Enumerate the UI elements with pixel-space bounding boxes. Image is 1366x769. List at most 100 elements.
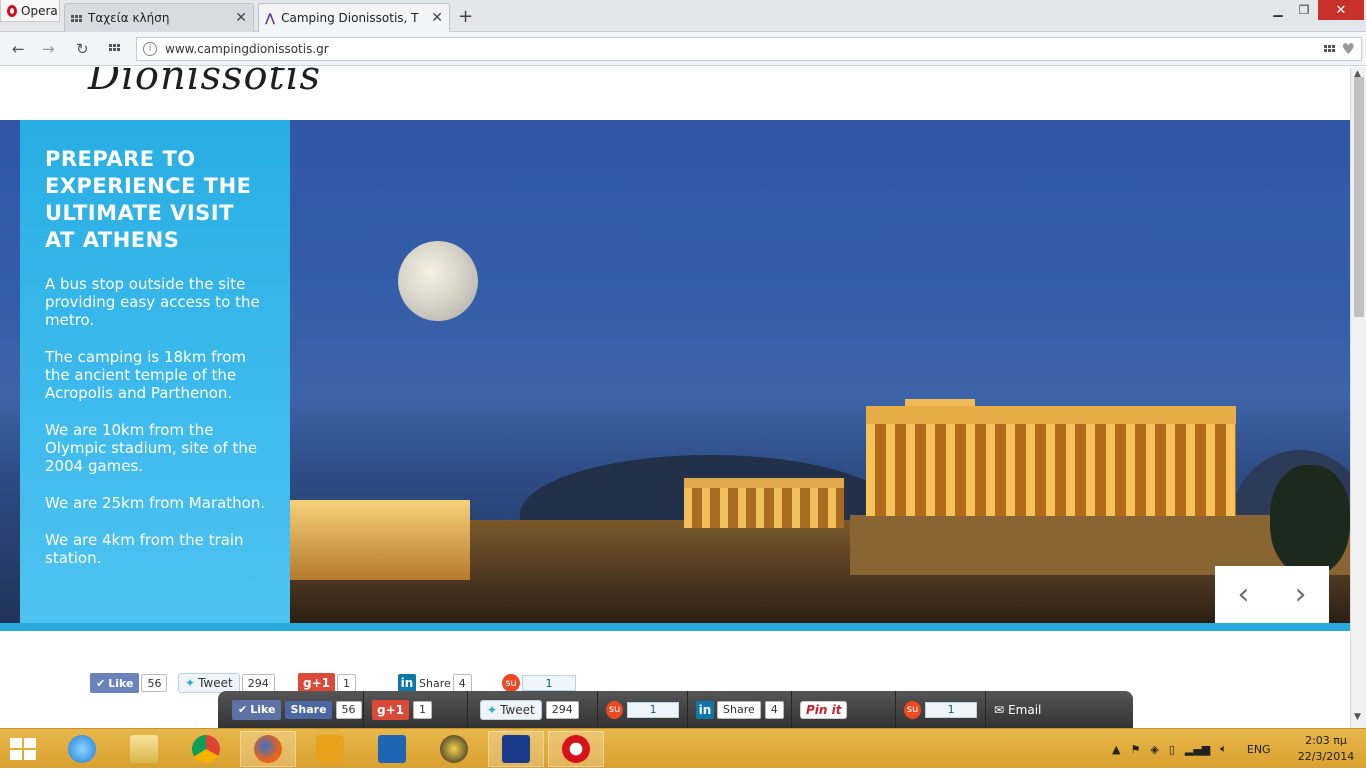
internet-explorer-icon xyxy=(68,735,96,763)
dropbox-icon[interactable]: ◈ xyxy=(1150,743,1158,756)
taskbar-wmp-app[interactable] xyxy=(488,731,544,767)
scrollbar-thumb[interactable] xyxy=(1354,77,1364,317)
stumbleupon-icon[interactable]: su xyxy=(606,700,624,719)
tweet-button[interactable]: ✦ Tweet xyxy=(480,699,542,720)
taskbar-file-explorer[interactable] xyxy=(116,731,172,767)
stumbleupon-count: 1 xyxy=(627,701,679,718)
envelope-icon: ✉ xyxy=(994,702,1005,717)
new-tab-button[interactable]: + xyxy=(458,6,473,27)
trees-silhouette xyxy=(1270,465,1350,575)
fb-count: 56 xyxy=(335,700,362,719)
tab-close-icon[interactable]: ✕ xyxy=(431,10,443,26)
address-url: www.campingdionissotis.gr xyxy=(165,42,329,56)
outlook-icon xyxy=(378,735,406,763)
opera-icon xyxy=(562,735,590,763)
scroll-down-arrow-icon[interactable]: ▼ xyxy=(1354,712,1361,722)
file-explorer-icon xyxy=(130,735,158,763)
volume-icon[interactable]: 🔈︎ xyxy=(1220,742,1227,756)
email-share-button[interactable]: ✉ Email xyxy=(994,703,1041,717)
twitter-bird-icon: ✦ xyxy=(185,676,196,690)
tweet-count: 294 xyxy=(241,674,275,692)
reload-icon[interactable]: ↻ xyxy=(76,40,89,58)
opera-menu-label: Opera xyxy=(21,3,58,18)
gplus-count: 1 xyxy=(337,674,356,692)
input-language-indicator[interactable]: ENG xyxy=(1247,743,1271,756)
clock-time: 2:03 πμ xyxy=(1305,734,1347,747)
slider-navigation: ‹ › xyxy=(1215,566,1329,623)
hero-info-panel: PREPARE TO EXPERIENCE THE ULTIMATE VISIT… xyxy=(20,120,290,623)
taskbar-outlook[interactable] xyxy=(364,731,420,767)
tab-camping-dionissotis[interactable]: ⋀ Camping Dionissotis, The ✕ xyxy=(258,3,450,32)
linkedin-share-button[interactable]: in Share xyxy=(696,700,761,720)
taskbar-internet-explorer[interactable] xyxy=(54,731,110,767)
thumb-check-icon: ✔ xyxy=(96,676,106,690)
windows-start-button[interactable] xyxy=(10,738,36,760)
gplus-count: 1 xyxy=(413,700,432,719)
tab-title: Camping Dionissotis, The xyxy=(281,11,420,25)
stumbleupon-count: 1 xyxy=(925,701,977,718)
google-plus-button[interactable]: g+1 xyxy=(372,699,409,720)
site-favicon-icon: ⋀ xyxy=(265,11,276,25)
tools-icon xyxy=(316,735,344,763)
floating-like-button[interactable]: ✔ Like xyxy=(232,699,282,720)
taskbar-firefox[interactable] xyxy=(240,731,296,767)
taskbar-tool-app[interactable] xyxy=(302,731,358,767)
speed-dial-icon xyxy=(71,14,82,22)
tab-speed-dial[interactable]: Ταχεία κλήση ✕ xyxy=(64,3,254,32)
tray-expand-icon[interactable]: ▲ xyxy=(1112,743,1120,756)
linkedin-label: Share xyxy=(419,676,451,690)
action-center-flag-icon[interactable]: ⚑ xyxy=(1130,743,1140,756)
linkedin-share-button[interactable]: in Share xyxy=(398,673,451,693)
web-page: Dionissotis PREPARE TO EXPERIENCE THE UL… xyxy=(0,67,1350,728)
maximize-button[interactable]: ❐ xyxy=(1294,0,1314,20)
page-scrollbar[interactable]: ▲ ▼ xyxy=(1350,67,1366,728)
opera-menu-button[interactable]: Opera xyxy=(0,0,60,22)
google-plus-button[interactable]: g+1 xyxy=(298,673,335,693)
site-info-icon[interactable]: i xyxy=(143,42,157,56)
opera-logo-icon xyxy=(7,4,17,17)
window-close-button[interactable]: ✕ xyxy=(1318,0,1364,20)
facebook-like-button[interactable]: ✔ Like xyxy=(90,673,140,693)
hero-slider: PREPARE TO EXPERIENCE THE ULTIMATE VISIT… xyxy=(0,120,1350,623)
pin-it-button[interactable]: Pin it xyxy=(800,700,848,719)
floating-pinterest: Pin it xyxy=(792,691,896,728)
floating-stumbleupon-2: su 1 xyxy=(896,691,986,728)
speed-dial-icon[interactable] xyxy=(109,44,120,51)
floating-fb-share-button[interactable]: Share xyxy=(285,700,332,719)
system-tray: ▲ ⚑ ◈ ▯ ▂▄▆ 🔈︎ ENG xyxy=(1112,729,1271,769)
clock-date: 22/3/2014 xyxy=(1297,750,1355,763)
usb-device-icon[interactable]: ▯ xyxy=(1169,743,1175,756)
stumbleupon-icon[interactable]: su xyxy=(502,674,520,692)
minimize-button[interactable]: ▁ xyxy=(1268,0,1288,20)
stumbleupon-widget: su 1 xyxy=(502,673,576,693)
stash-icon[interactable] xyxy=(1324,45,1335,52)
back-arrow-icon[interactable]: ← xyxy=(12,40,25,58)
taskbar-clock[interactable]: 2:03 πμ 22/3/2014 xyxy=(1296,733,1356,765)
network-signal-icon[interactable]: ▂▄▆ xyxy=(1185,743,1210,756)
hero-title: PREPARE TO EXPERIENCE THE ULTIMATE VISIT… xyxy=(45,147,252,252)
browser-navigation-bar: ← → ↻ i www.campingdionissotis.gr ♥ xyxy=(0,32,1366,66)
bookmark-heart-icon[interactable]: ♥ xyxy=(1342,40,1355,58)
browser-tab-bar: Opera Ταχεία κλήση ✕ ⋀ Camping Dionissot… xyxy=(0,0,1366,32)
propylaea-image xyxy=(290,500,470,580)
tweet-label: Tweet xyxy=(198,676,233,690)
taskbar-chrome[interactable] xyxy=(178,731,234,767)
tweet-button[interactable]: ✦ Tweet xyxy=(178,673,240,693)
like-label: Like xyxy=(108,676,134,690)
chrome-icon xyxy=(192,735,220,763)
address-bar[interactable]: i www.campingdionissotis.gr ♥ xyxy=(136,37,1362,61)
site-logo[interactable]: Dionissotis xyxy=(88,67,321,99)
tweet-label: Tweet xyxy=(500,702,535,717)
floating-email[interactable]: ✉ Email xyxy=(986,691,1049,728)
taskbar-opera[interactable] xyxy=(548,731,604,767)
slider-prev-chevron-icon[interactable]: ‹ xyxy=(1238,577,1250,612)
google-plus-widget: g+1 1 xyxy=(298,673,356,693)
stumbleupon-icon[interactable]: su xyxy=(904,700,922,719)
moon-image xyxy=(398,241,478,321)
taskbar-bee-app[interactable] xyxy=(426,731,482,767)
forward-arrow-icon[interactable]: → xyxy=(42,40,55,58)
tab-close-icon[interactable]: ✕ xyxy=(235,10,247,26)
floating-stumbleupon: su 1 xyxy=(598,691,688,728)
slider-next-chevron-icon[interactable]: › xyxy=(1295,577,1307,612)
floating-facebook: ✔ Like Share 56 xyxy=(218,691,364,728)
